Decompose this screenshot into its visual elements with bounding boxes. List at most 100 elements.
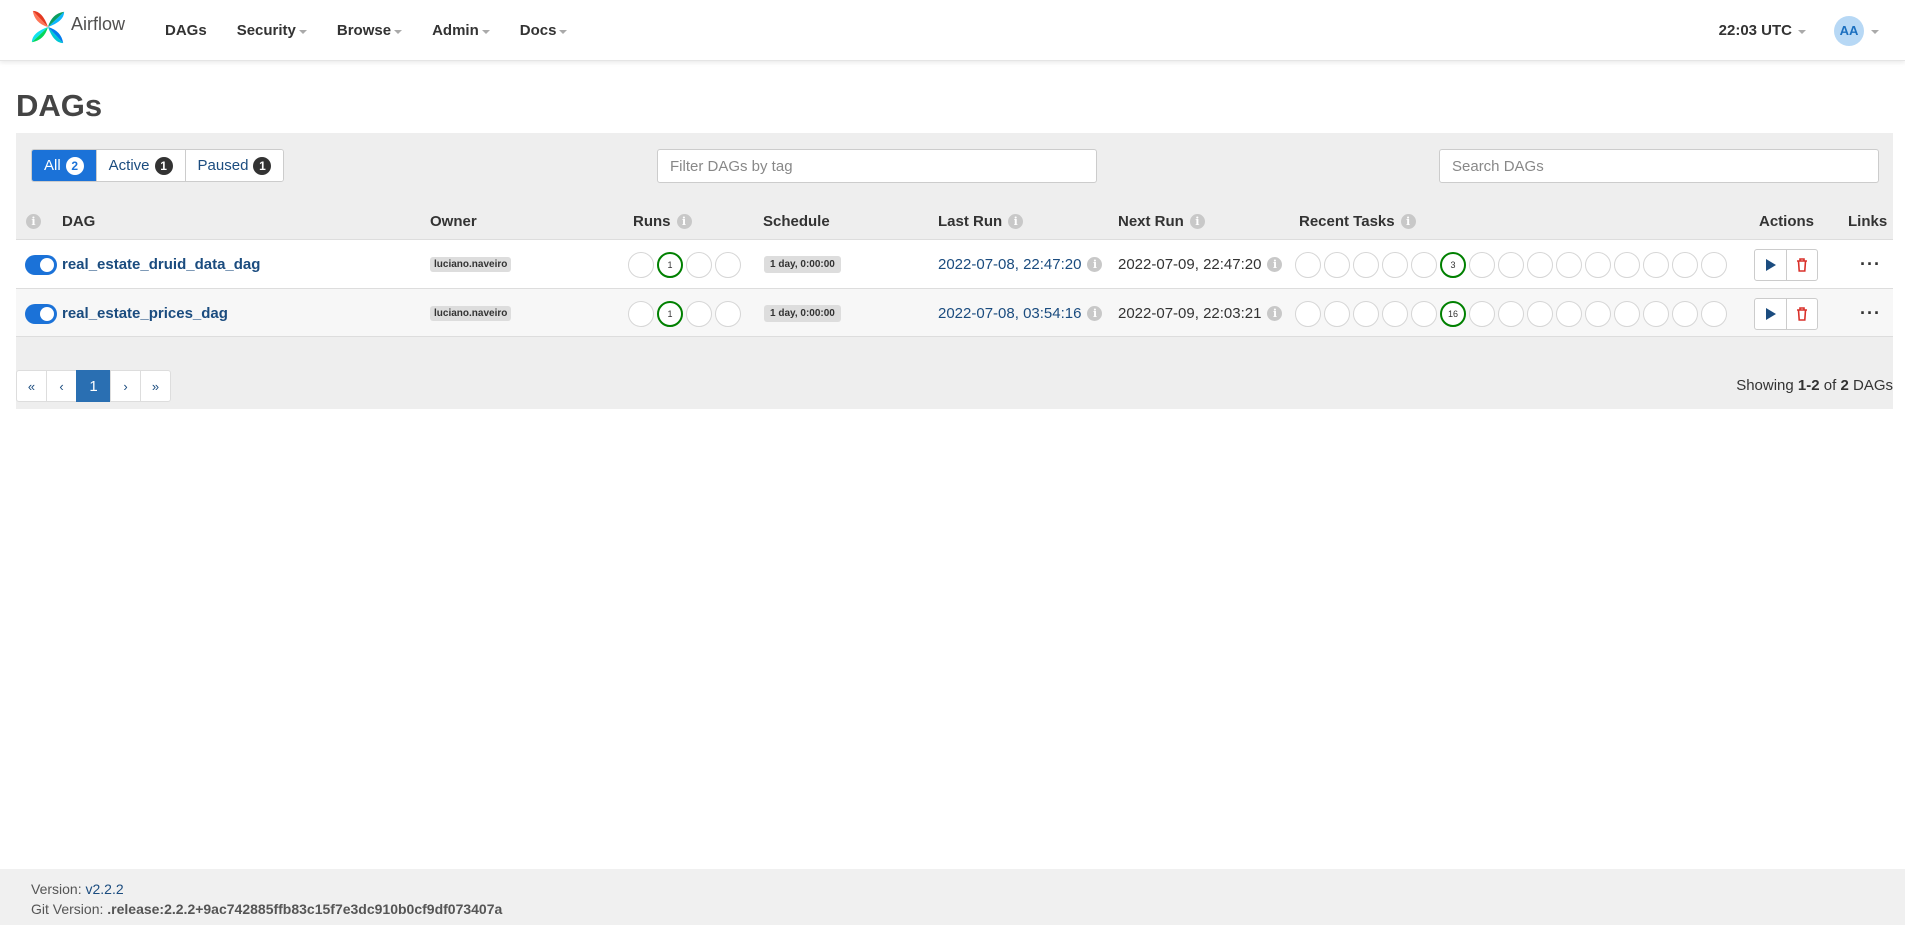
task-state-circle[interactable] (1527, 300, 1553, 327)
filter-paused-count: 1 (253, 156, 272, 175)
schedule-tag: 1 day, 0:00:00 (764, 256, 841, 273)
last-run-link[interactable]: 2022-07-08, 22:47:20 (938, 256, 1081, 273)
nav-security[interactable]: Security (237, 22, 307, 39)
task-state-circle[interactable] (1585, 251, 1611, 278)
brand[interactable]: Airflow (29, 8, 125, 51)
run-state-success[interactable]: 1 (657, 300, 683, 327)
info-icon[interactable]: i (1087, 306, 1103, 321)
trigger-dag-button[interactable] (1755, 250, 1786, 280)
clock-dropdown[interactable]: 22:03 UTC (1719, 22, 1806, 39)
task-state-circle[interactable] (1672, 251, 1698, 278)
run-state-failed[interactable] (715, 251, 741, 278)
header-links: Links (1848, 212, 1888, 230)
task-state-circle[interactable] (1556, 300, 1582, 327)
task-state-circle[interactable] (1701, 300, 1727, 327)
task-state-circle[interactable] (1324, 300, 1350, 327)
info-icon[interactable]: i (1267, 257, 1283, 272)
task-state-success[interactable]: 3 (1440, 251, 1466, 278)
chevron-down-icon (559, 30, 568, 34)
task-state-circle[interactable] (1469, 251, 1495, 278)
dag-link[interactable]: real_estate_prices_dag (62, 305, 228, 322)
task-state-circle[interactable] (1382, 300, 1408, 327)
nav-admin[interactable]: Admin (432, 22, 490, 39)
task-state-circle[interactable] (1614, 251, 1640, 278)
owner-tag[interactable]: luciano.naveiro (430, 257, 512, 272)
task-state-circle[interactable] (1498, 251, 1524, 278)
filter-all-button[interactable]: All 2 (32, 150, 97, 181)
toggle-column-header: i (26, 203, 41, 239)
dag-link[interactable]: real_estate_druid_data_dag (62, 256, 260, 273)
filter-paused-button[interactable]: Paused 1 (185, 150, 284, 181)
task-state-circle[interactable] (1643, 251, 1669, 278)
next-run-date: 2022-07-09, 22:03:21 (1118, 305, 1262, 322)
task-state-circle[interactable] (1411, 300, 1437, 327)
info-icon[interactable]: i (1189, 213, 1205, 229)
recent-tasks-circles: 16 (1295, 289, 1730, 338)
info-icon[interactable]: i (676, 213, 692, 229)
task-state-circle[interactable] (1527, 251, 1553, 278)
info-icon[interactable]: i (1008, 213, 1024, 229)
task-state-circle[interactable] (1411, 251, 1437, 278)
run-state-queued[interactable] (628, 300, 654, 327)
more-links-icon[interactable]: ··· (1860, 254, 1881, 275)
task-state-circle[interactable] (1295, 300, 1321, 327)
prev-page-button[interactable]: ‹ (46, 370, 77, 402)
task-state-circle[interactable] (1353, 251, 1379, 278)
task-state-success[interactable]: 16 (1440, 300, 1466, 327)
task-state-circle[interactable] (1672, 300, 1698, 327)
delete-dag-button[interactable] (1786, 298, 1817, 329)
header-last-run-label: Last Run (938, 212, 1003, 230)
last-run-link[interactable]: 2022-07-08, 03:54:16 (938, 305, 1081, 322)
chevron-down-icon (1798, 30, 1806, 34)
run-state-running[interactable] (686, 300, 712, 327)
owner-tag[interactable]: luciano.naveiro (430, 306, 512, 321)
trash-icon (1797, 306, 1807, 321)
table-row: real_estate_prices_dag luciano.naveiro 1… (16, 288, 1893, 337)
dag-pause-toggle[interactable] (25, 254, 57, 275)
first-page-button[interactable]: « (16, 370, 47, 402)
info-icon[interactable]: i (1267, 306, 1283, 321)
run-state-running[interactable] (686, 251, 712, 278)
dag-pause-toggle[interactable] (25, 303, 57, 324)
header-dag[interactable]: DAG (62, 203, 95, 239)
nav-docs[interactable]: Docs (520, 22, 568, 39)
next-page-button[interactable]: › (110, 370, 141, 402)
header-owner[interactable]: Owner (430, 203, 477, 239)
user-menu[interactable]: AA (1834, 15, 1879, 46)
run-state-failed[interactable] (715, 300, 741, 327)
avatar: AA (1834, 15, 1864, 46)
filter-active-button[interactable]: Active 1 (96, 150, 186, 181)
info-icon[interactable]: i (1087, 257, 1103, 272)
nav-browse[interactable]: Browse (337, 22, 403, 39)
run-state-success[interactable]: 1 (657, 251, 683, 278)
search-dags-input[interactable] (1439, 149, 1879, 183)
info-icon[interactable]: i (26, 213, 41, 229)
run-state-queued[interactable] (628, 251, 654, 278)
nav-admin-label: Admin (432, 22, 479, 39)
task-state-circle[interactable] (1556, 251, 1582, 278)
task-state-circle[interactable] (1643, 300, 1669, 327)
info-icon[interactable]: i (1400, 213, 1416, 229)
more-links-icon[interactable]: ··· (1860, 303, 1881, 324)
trigger-dag-button[interactable] (1755, 299, 1786, 329)
last-page-button[interactable]: » (140, 370, 171, 402)
task-state-circle[interactable] (1324, 251, 1350, 278)
task-state-circle[interactable] (1469, 300, 1495, 327)
version-link[interactable]: v2.2.2 (85, 881, 123, 897)
task-state-circle[interactable] (1585, 300, 1611, 327)
header-schedule: Schedule (763, 212, 830, 230)
delete-dag-button[interactable] (1786, 249, 1817, 280)
task-state-circle[interactable] (1353, 300, 1379, 327)
tag-filter-input[interactable] (657, 149, 1097, 183)
nav-security-label: Security (236, 22, 296, 39)
task-state-circle[interactable] (1701, 251, 1727, 278)
task-state-circle[interactable] (1295, 251, 1321, 278)
current-page-button[interactable]: 1 (76, 370, 111, 402)
task-state-circle[interactable] (1614, 300, 1640, 327)
task-state-circle[interactable] (1382, 251, 1408, 278)
git-version-label: Git Version: (31, 901, 104, 917)
task-state-circle[interactable] (1498, 300, 1524, 327)
nav-dags[interactable]: DAGs (165, 22, 207, 39)
showing-range: 1-2 (1797, 376, 1820, 394)
actions-group (1754, 248, 1818, 281)
